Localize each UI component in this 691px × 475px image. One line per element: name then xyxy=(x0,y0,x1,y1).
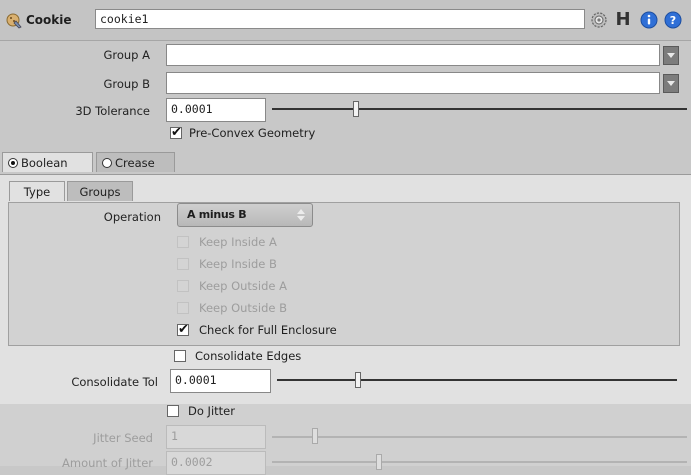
tolerance-3d-slider-track[interactable] xyxy=(272,108,687,110)
consolidate-tol-label: Consolidate Tol xyxy=(71,375,158,389)
keep-inside-a-checkbox[interactable] xyxy=(177,236,189,248)
jitter-amount-slider-track[interactable] xyxy=(272,461,687,463)
checkmark-icon: ✔ xyxy=(178,322,189,337)
group-b-label: Group B xyxy=(103,77,150,91)
keep-outside-b-checkbox[interactable] xyxy=(177,302,189,314)
consolidate-edges-label: Consolidate Edges xyxy=(195,349,302,363)
tolerance-3d-input[interactable]: 0.0001 xyxy=(166,98,266,122)
node-name-input[interactable]: cookie1 xyxy=(95,9,585,29)
group-a-input[interactable] xyxy=(166,44,660,66)
jitter-amount-slider-handle[interactable] xyxy=(376,454,382,470)
full-enclosure-label: Check for Full Enclosure xyxy=(199,323,337,337)
tab-boolean[interactable]: Boolean xyxy=(2,152,93,172)
consolidate-tol-slider-handle[interactable] xyxy=(355,372,361,388)
tolerance-3d-slider-handle[interactable] xyxy=(353,101,359,117)
pre-convex-label: Pre-Convex Geometry xyxy=(189,126,316,140)
consolidate-tol-slider-track[interactable] xyxy=(277,379,677,381)
do-jitter-checkbox[interactable] xyxy=(167,405,179,417)
radio-selected-icon xyxy=(8,157,18,168)
jitter-amount-input[interactable]: 0.0002 xyxy=(166,451,266,475)
keep-outside-a-label: Keep Outside A xyxy=(199,279,288,293)
subtab-type[interactable]: Type xyxy=(9,181,65,201)
tab-boolean-label: Boolean xyxy=(21,155,68,170)
keep-inside-b-checkbox[interactable] xyxy=(177,258,189,270)
keep-inside-b-label: Keep Inside B xyxy=(199,257,277,271)
operation-label: Operation xyxy=(103,210,161,224)
jitter-amount-label: Amount of Jitter xyxy=(62,456,153,470)
subtab-groups[interactable]: Groups xyxy=(67,181,133,201)
operation-value: A minus B xyxy=(187,208,247,221)
jitter-seed-label: Jitter Seed xyxy=(93,431,153,445)
jitter-seed-slider-handle[interactable] xyxy=(312,428,318,444)
cookie-node-icon xyxy=(6,13,22,29)
tab-crease-label: Crease xyxy=(115,155,155,170)
hotkey-icon[interactable]: H xyxy=(614,11,632,29)
svg-text:?: ? xyxy=(670,14,676,27)
consolidate-tol-input[interactable]: 0.0001 xyxy=(170,369,271,393)
consolidate-edges-checkbox[interactable] xyxy=(174,350,186,362)
info-icon[interactable]: ? xyxy=(664,11,682,29)
group-b-dropdown-button[interactable] xyxy=(663,74,679,93)
help-icon[interactable] xyxy=(640,11,658,29)
do-jitter-label: Do Jitter xyxy=(188,404,235,418)
node-type-label: Cookie xyxy=(26,13,72,27)
subtab-groups-label: Groups xyxy=(79,184,121,199)
group-a-dropdown-button[interactable] xyxy=(663,46,679,65)
operation-dropdown[interactable]: A minus B xyxy=(177,203,313,227)
keep-outside-a-checkbox[interactable] xyxy=(177,280,189,292)
jitter-seed-slider-track[interactable] xyxy=(272,436,687,438)
up-down-arrows-icon xyxy=(297,209,305,221)
group-b-input[interactable] xyxy=(166,72,660,94)
radio-unselected-icon xyxy=(102,157,112,168)
group-a-label: Group A xyxy=(103,48,150,62)
jitter-seed-input[interactable]: 1 xyxy=(166,425,266,449)
keep-inside-a-label: Keep Inside A xyxy=(199,235,277,249)
tolerance-3d-label: 3D Tolerance xyxy=(75,104,150,118)
tab-crease[interactable]: Crease xyxy=(96,152,175,172)
subtab-type-label: Type xyxy=(23,184,51,199)
keep-outside-b-label: Keep Outside B xyxy=(199,301,288,315)
gear-icon[interactable] xyxy=(590,11,608,29)
checkmark-icon: ✔ xyxy=(171,125,182,140)
